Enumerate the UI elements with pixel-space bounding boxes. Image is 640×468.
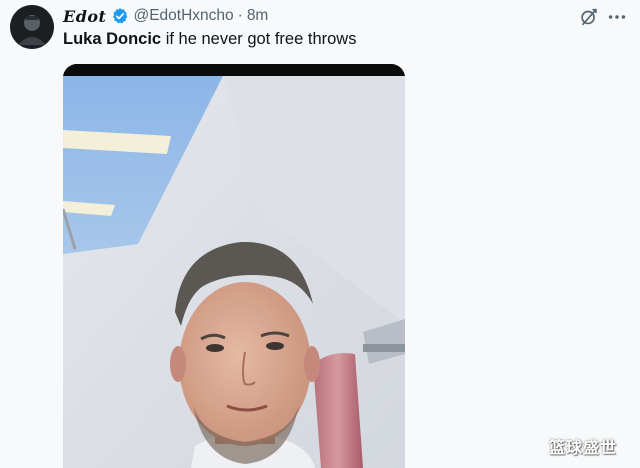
tweet-text-rest: if he never got free throws: [161, 30, 357, 48]
display-name[interactable]: Edot: [63, 7, 106, 26]
time-separator: ·: [237, 7, 243, 24]
tweet-media-photo[interactable]: [63, 64, 405, 468]
tweet-header: Edot @EdotHxncho · 8m: [63, 4, 268, 28]
tweet[interactable]: Edot @EdotHxncho · 8m Luka Doncic if he …: [0, 0, 640, 468]
grok-icon[interactable]: [578, 6, 600, 28]
photo-illustration: [63, 64, 405, 468]
watermark: 篮球盛世: [549, 438, 618, 457]
user-handle[interactable]: @EdotHxncho: [133, 7, 233, 25]
avatar[interactable]: [10, 5, 54, 49]
more-options-icon[interactable]: [606, 6, 628, 28]
timestamp[interactable]: 8m: [247, 7, 269, 25]
tweet-text-bold: Luka Doncic: [63, 30, 162, 48]
verified-badge-icon: [111, 7, 129, 25]
tweet-text: Luka Doncic if he never got free throws: [63, 30, 356, 49]
